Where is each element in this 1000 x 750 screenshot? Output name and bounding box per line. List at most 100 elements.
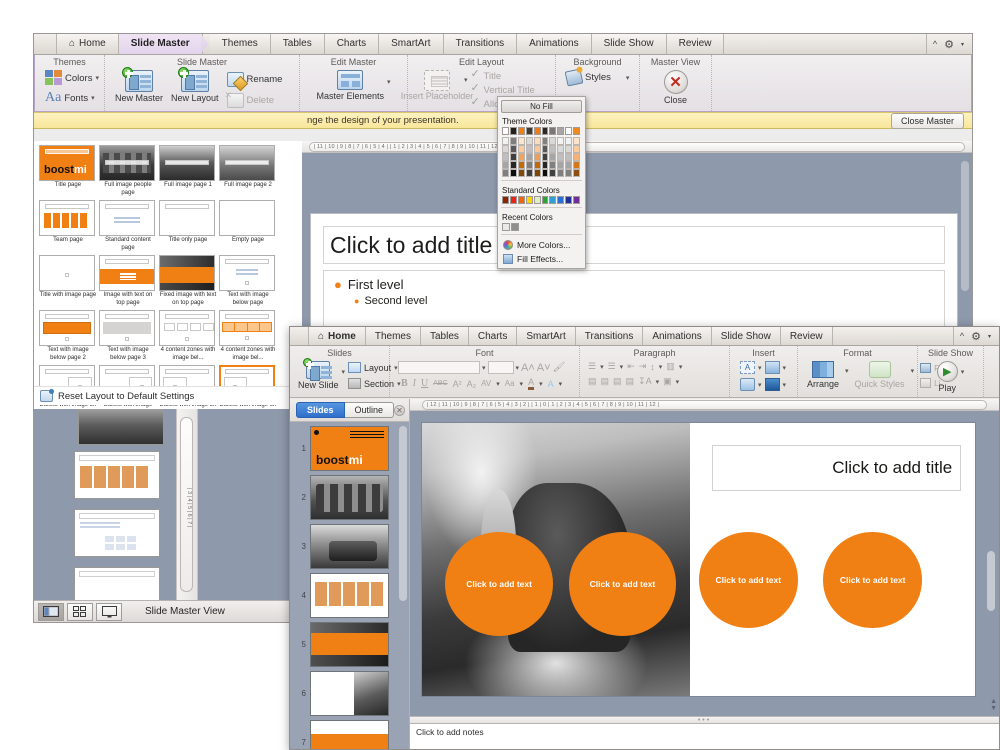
normal-view-button[interactable] [38, 602, 64, 621]
chevron-down-icon[interactable]: ▾ [679, 363, 683, 371]
layout-item[interactable]: 4 content zones with image bel... [219, 310, 277, 362]
increase-indent-button[interactable]: ⇥ [639, 361, 647, 372]
tab-tables[interactable]: Tables [270, 34, 325, 54]
chevron-down-icon[interactable]: ▾ [676, 378, 680, 386]
delete-button[interactable]: Delete [225, 90, 283, 108]
bold-button[interactable]: B [401, 378, 408, 389]
chevron-down-icon[interactable]: ▾ [758, 381, 762, 389]
background-color-dropdown[interactable]: No Fill Theme Colors Standard Colors Rec… [497, 96, 586, 269]
layout-item[interactable]: Empty page [219, 200, 277, 252]
decrease-indent-button[interactable]: ⇤ [627, 361, 635, 372]
layout-item[interactable]: Full image page 1 [159, 145, 217, 197]
text-direction-button[interactable]: ↧A [638, 376, 652, 387]
change-case-button[interactable]: Aa [505, 379, 515, 388]
layout-item[interactable]: Text with image below page 2 [39, 310, 97, 362]
table-button[interactable] [764, 378, 780, 391]
slide-thumbnail[interactable] [310, 524, 389, 569]
list-item[interactable]: 2 [290, 473, 409, 522]
layout-item[interactable]: Full image page 2 [219, 145, 277, 197]
tab-outline[interactable]: Outline [344, 402, 395, 418]
slide-canvas[interactable]: Click to add title Click to add text Cli… [422, 423, 975, 696]
shape-button[interactable] [740, 378, 755, 391]
list-item[interactable]: 4 [290, 571, 409, 620]
title-checkbox[interactable]: Title [471, 67, 542, 82]
tab-charts[interactable]: Charts [324, 34, 380, 54]
justify-button[interactable]: ▤ [626, 376, 635, 387]
layout-item[interactable]: 4 content zones with image bel... [159, 310, 217, 362]
gear-icon[interactable]: ⚙ [971, 330, 981, 343]
notes-splitter[interactable]: ••• [410, 716, 999, 724]
tab-review[interactable]: Review [780, 327, 833, 345]
chevron-down-icon[interactable]: ▾ [342, 368, 346, 376]
tab-themes[interactable]: Themes [365, 327, 421, 345]
tab-charts[interactable]: Charts [468, 327, 518, 345]
tab-slide-show[interactable]: Slide Show [711, 327, 781, 345]
chevron-down-icon[interactable]: ▾ [656, 378, 660, 386]
standard-colors-row[interactable] [498, 196, 585, 204]
recent-colors-row[interactable] [498, 223, 585, 231]
collapse-ribbon-icon[interactable]: ^ [933, 39, 937, 49]
tab-slide-master[interactable]: Slide Master [118, 34, 203, 54]
chevron-down-icon[interactable]: ▾ [783, 381, 787, 389]
chevron-down-icon[interactable]: ▾ [988, 333, 991, 340]
align-left-button[interactable]: ▤ [588, 376, 597, 387]
text-highlight-button[interactable]: A [548, 379, 554, 389]
italic-button[interactable]: I [413, 378, 416, 389]
clear-formatting-icon[interactable]: 🖌 [553, 362, 566, 373]
subscript-button[interactable]: A₂ [467, 379, 477, 389]
chevron-down-icon[interactable]: ▾ [783, 364, 787, 372]
text-circle-2[interactable]: Click to add text [568, 532, 677, 636]
font-color-button[interactable]: A [528, 377, 535, 390]
font-family-select[interactable] [398, 361, 480, 374]
layout-item[interactable]: Full image people page [99, 145, 157, 197]
superscript-button[interactable]: A² [453, 379, 462, 389]
slide-thumbnail[interactable] [310, 671, 389, 716]
align-right-button[interactable]: ▤ [613, 376, 622, 387]
align-text-button[interactable]: ▣ [663, 376, 672, 387]
master-elements-button[interactable]: Master Elements [316, 70, 384, 101]
text-box-button[interactable]: A [740, 361, 755, 374]
tab-slides[interactable]: Slides [296, 402, 345, 418]
chevron-down-icon[interactable]: ▾ [626, 74, 630, 82]
columns-button[interactable]: ▥ [666, 361, 675, 372]
strikethrough-button[interactable]: ABC [433, 380, 447, 387]
presenter-view-button[interactable] [96, 602, 122, 621]
mini-slide[interactable] [74, 567, 160, 600]
master-mini-navigator[interactable]: | 3 | 4 | 5 | 6 | 7 | [34, 409, 302, 600]
tab-home[interactable]: ⌂ Home [308, 327, 366, 345]
rename-button[interactable]: Rename [226, 72, 282, 87]
new-master-button[interactable]: New Master [115, 67, 163, 103]
chevron-down-icon[interactable]: ▾ [559, 380, 563, 388]
slide-thumbnail[interactable] [310, 573, 389, 618]
slide-thumbnail[interactable]: boostmi [310, 426, 389, 471]
chevron-down-icon[interactable]: ▾ [496, 380, 500, 388]
chevron-down-icon[interactable]: ▾ [961, 41, 964, 48]
arrange-button[interactable]: Arrange [807, 361, 839, 389]
decrease-font-size-button[interactable]: A˅ [537, 362, 551, 374]
no-fill-button[interactable]: No Fill [501, 100, 582, 113]
layout-item[interactable]: boostmi Title page [39, 145, 97, 197]
tab-home[interactable]: ⌂ Home [56, 34, 119, 54]
tab-themes[interactable]: Themes [209, 34, 271, 54]
align-center-button[interactable]: ▤ [601, 376, 610, 387]
chevron-down-icon[interactable]: ▾ [911, 367, 915, 375]
new-layout-button[interactable]: New Layout [171, 67, 219, 103]
chevron-down-icon[interactable]: ▾ [539, 380, 543, 388]
layout-item[interactable]: Team page [39, 200, 97, 252]
chevron-down-icon[interactable]: ▾ [387, 78, 391, 86]
list-item[interactable]: 6 [290, 669, 409, 718]
character-spacing-button[interactable]: AV [481, 379, 491, 388]
slide-sorter-view-button[interactable] [67, 602, 93, 621]
gear-icon[interactable]: ⚙ [944, 38, 954, 51]
mini-slide[interactable] [74, 509, 160, 557]
chevron-down-icon[interactable]: ▾ [659, 363, 663, 371]
scroll-arrows-icon[interactable]: ▲ ▼ [990, 698, 997, 712]
tab-smartart[interactable]: SmartArt [379, 34, 444, 54]
font-size-select[interactable] [487, 361, 514, 374]
tab-review[interactable]: Review [666, 34, 725, 54]
layout-item[interactable]: Standard content page [99, 200, 157, 252]
tab-slide-show[interactable]: Slide Show [591, 34, 667, 54]
list-item[interactable]: 3 [290, 522, 409, 571]
list-item[interactable]: 7 [290, 718, 409, 749]
chevron-down-icon[interactable]: ▾ [464, 76, 468, 84]
